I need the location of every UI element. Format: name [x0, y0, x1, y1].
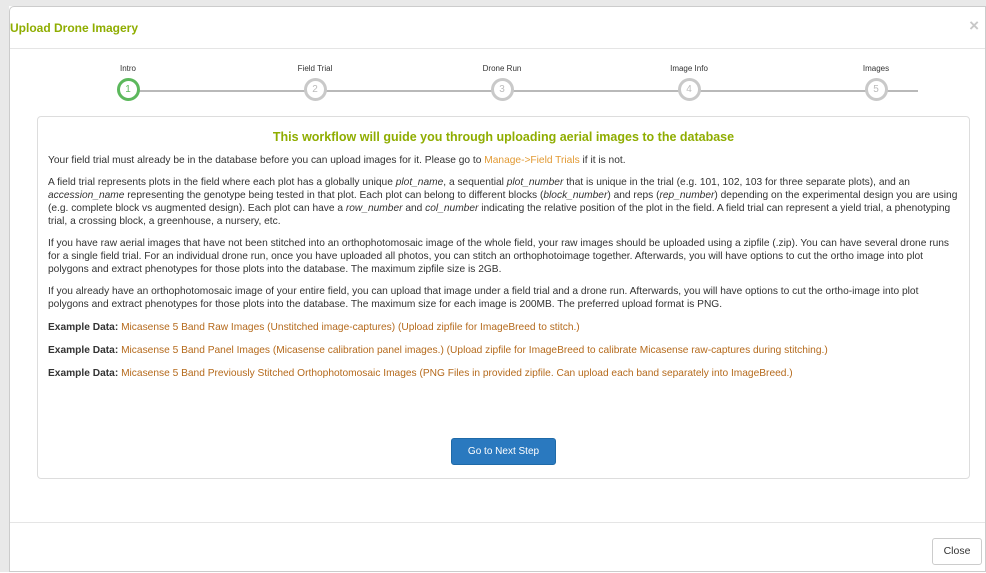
text-segment: , a sequential — [443, 177, 507, 188]
example-data-panel-images: Example Data: Micasense 5 Band Panel Ima… — [48, 344, 959, 357]
example-panel-images-link[interactable]: Micasense 5 Band Panel Images (Micasense… — [121, 345, 828, 356]
example-data-label: Example Data: — [48, 322, 119, 333]
step-field-trial[interactable]: Field Trial 2 — [270, 63, 360, 101]
manage-field-trials-link[interactable]: Manage->Field Trials — [484, 155, 579, 166]
raw-images-paragraph: If you have raw aerial images that have … — [48, 238, 950, 275]
term-col-number: col_number — [425, 203, 479, 214]
upload-drone-imagery-modal: Upload Drone Imagery × Intro 1 Field Tri… — [9, 6, 986, 572]
example-data-label: Example Data: — [48, 368, 119, 379]
text-segment: representing the genotype being tested i… — [124, 190, 544, 201]
term-block-number: block_number — [543, 190, 608, 201]
text-segment: A field trial represents plots in the fi… — [48, 177, 396, 188]
example-data-label: Example Data: — [48, 345, 119, 356]
step-label: Drone Run — [482, 64, 522, 73]
step-label: Field Trial — [297, 64, 333, 73]
text-segment: and — [402, 203, 426, 214]
term-row-number: row_number — [345, 203, 403, 214]
workflow-stepper: Intro 1 Field Trial 2 Drone Run 3 Image … — [10, 63, 985, 113]
step-label: Intro — [119, 64, 136, 73]
term-plot-number: plot_number — [506, 177, 564, 188]
step-number-circle: 4 — [677, 78, 701, 101]
step-number-circle: 3 — [490, 78, 514, 101]
text-segment: if it is not. — [579, 155, 626, 166]
example-data-stitched-images: Example Data: Micasense 5 Band Previousl… — [48, 367, 959, 380]
example-data-raw-images: Example Data: Micasense 5 Band Raw Image… — [48, 321, 959, 334]
page-backdrop-left — [0, 0, 9, 572]
go-to-next-step-button[interactable]: Go to Next Step — [451, 438, 556, 465]
step-label: Images — [862, 64, 890, 73]
text-segment: Your field trial must already be in the … — [48, 155, 485, 166]
step-intro[interactable]: Intro 1 — [83, 63, 173, 101]
step-number-circle: 2 — [303, 78, 327, 101]
example-stitched-images-link[interactable]: Micasense 5 Band Previously Stitched Ort… — [121, 368, 793, 379]
text-segment: ) and reps ( — [607, 190, 660, 201]
step-label: Image Info — [670, 64, 708, 73]
modal-header: Upload Drone Imagery × — [10, 7, 985, 49]
step-image-info[interactable]: Image Info 4 — [644, 63, 734, 101]
prerequisite-paragraph: Your field trial must already be in the … — [48, 154, 959, 167]
step-number-circle: 1 — [116, 78, 140, 101]
modal-footer: Close — [10, 522, 985, 573]
field-trial-description-paragraph: A field trial represents plots in the fi… — [48, 176, 959, 228]
panel-heading: This workflow will guide you through upl… — [272, 130, 735, 144]
step-number-circle: 5 — [864, 78, 888, 101]
term-rep-number: rep_number — [659, 190, 715, 201]
close-icon[interactable]: × — [969, 16, 979, 36]
term-accession-name: accession_name — [48, 190, 125, 201]
intro-panel: This workflow will guide you through upl… — [37, 116, 970, 479]
orthophotomosaic-paragraph: If you already have an orthophotomosaic … — [48, 286, 919, 310]
text-segment: that is unique in the trial (e.g. 101, 1… — [563, 177, 910, 188]
step-images[interactable]: Images 5 — [831, 63, 921, 101]
term-plot-name: plot_name — [395, 177, 444, 188]
step-drone-run[interactable]: Drone Run 3 — [457, 63, 547, 101]
modal-title: Upload Drone Imagery — [10, 21, 139, 35]
example-raw-images-link[interactable]: Micasense 5 Band Raw Images (Unstitched … — [121, 322, 580, 333]
close-button[interactable]: Close — [932, 538, 982, 565]
